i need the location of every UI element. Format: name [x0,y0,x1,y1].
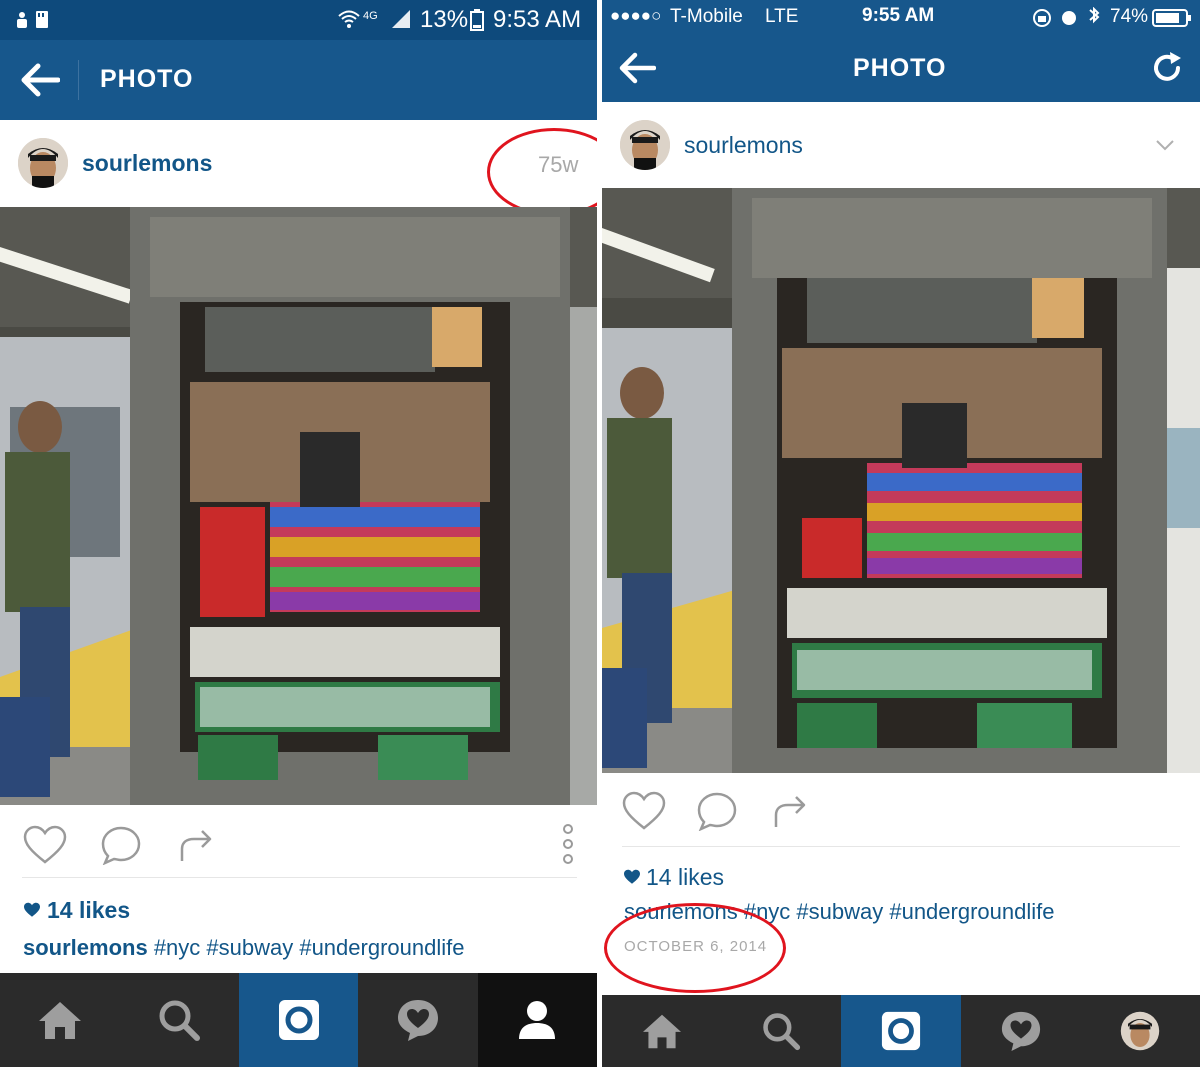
annotation-circle [604,903,786,993]
status-icons [1032,6,1116,34]
likes-count[interactable]: 14 likes [47,897,130,924]
carrier: T-Mobile [670,6,743,27]
tab-camera[interactable] [841,995,961,1067]
back-arrow-icon[interactable] [618,52,657,89]
signal-icon [390,8,412,35]
back-arrow-icon[interactable] [20,62,61,103]
notification-icons [14,8,54,37]
likes-count[interactable]: 14 likes [646,864,724,891]
chevron-down-icon[interactable] [1155,138,1175,157]
profile-avatar-icon [1120,1011,1160,1051]
action-row [602,773,1200,848]
heart-icon[interactable] [622,791,666,836]
post-photo[interactable] [602,188,1200,773]
camera-icon [881,1011,921,1051]
comment-icon[interactable] [696,791,738,836]
caption: sourlemons #nyc #subway #undergroundlife [23,935,464,961]
post-header: sourlemons [602,102,1200,188]
avatar[interactable] [620,120,670,170]
page-title: PHOTO [100,65,194,93]
action-row [0,805,597,880]
nav-divider [78,60,79,100]
post-photo[interactable] [0,207,597,805]
tab-home[interactable] [602,995,722,1067]
post-username[interactable]: sourlemons [684,132,803,159]
likes-heart-icon [23,902,41,923]
photo-newsstand [0,207,597,805]
annotation-circle [487,128,621,216]
network-type: 4G [363,10,378,22]
activity-icon [397,1000,438,1041]
clock: 9:55 AM [862,5,935,26]
home-icon [642,1014,681,1049]
battery-percent: 13% [420,6,469,33]
nav-bar: PHOTO [602,34,1200,102]
tab-profile[interactable] [477,973,597,1067]
tab-activity[interactable] [358,973,477,1067]
caption-tags[interactable]: #nyc #subway #undergroundlife [738,899,1055,924]
nav-bar: PHOTO [0,40,597,120]
status-bar: 4G 13% 9:53 AM [0,0,597,40]
profile-icon [519,1001,556,1039]
refresh-icon[interactable] [1150,51,1184,90]
page-title: PHOTO [853,54,947,82]
signal-strength: ●●●●○ [610,6,662,25]
comment-icon[interactable] [100,825,142,870]
share-icon[interactable] [772,793,810,834]
divider [22,877,577,878]
activity-icon [1001,1011,1040,1052]
wifi-icon [338,9,360,34]
avatar[interactable] [18,138,68,188]
share-icon[interactable] [178,827,216,868]
tab-search[interactable] [119,973,238,1067]
camera-icon [278,1000,319,1040]
ios-screenshot: ●●●●○ T-Mobile LTE 9:55 AM 74% PHOTO sou… [602,0,1200,1067]
tab-camera[interactable] [238,973,359,1067]
more-options-icon[interactable] [561,823,575,870]
likes-heart-icon [623,869,641,890]
post-header: sourlemons 75w [0,120,621,216]
tab-profile[interactable] [1080,995,1200,1067]
post-username[interactable]: sourlemons [82,150,212,177]
tab-search[interactable] [722,995,842,1067]
caption-username[interactable]: sourlemons [23,935,148,960]
divider [622,846,1180,847]
search-icon [159,1000,201,1041]
photo-newsstand [602,188,1200,773]
search-icon [763,1013,801,1051]
tab-home[interactable] [0,973,119,1067]
tab-bar [0,973,597,1067]
tab-activity[interactable] [961,995,1081,1067]
network-type: LTE [765,6,799,27]
heart-icon[interactable] [23,825,67,870]
home-icon [38,1002,81,1039]
battery-icon [1152,9,1192,32]
caption-tags[interactable]: #nyc #subway #undergroundlife [148,935,465,960]
tab-bar [602,995,1200,1067]
status-bar: ●●●●○ T-Mobile LTE 9:55 AM 74% [602,0,1200,34]
clock: 9:53 AM [493,6,582,33]
android-screenshot: 4G 13% 9:53 AM PHOTO sourlemons 75w 14 l… [0,0,621,1067]
battery-icon [470,9,484,36]
battery-percent: 74% [1110,6,1149,27]
